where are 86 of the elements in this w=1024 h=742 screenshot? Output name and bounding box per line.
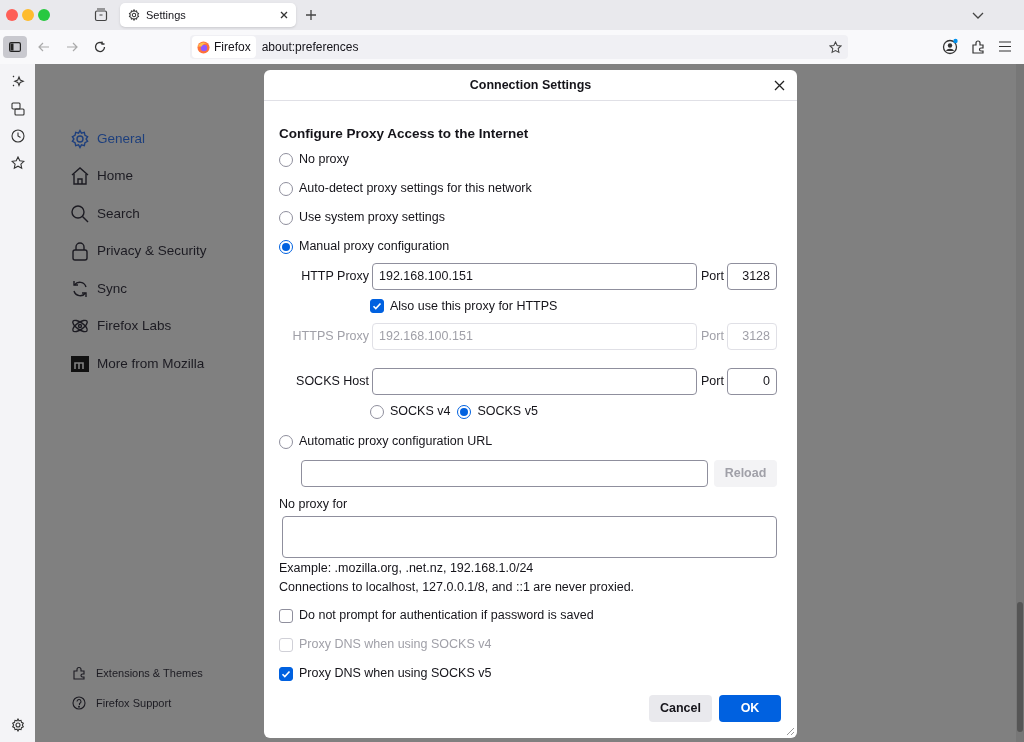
radio-label: Use system proxy settings [299, 209, 445, 227]
help-icon [72, 696, 86, 710]
settings-nav-item[interactable]: Firefox Labs [70, 307, 213, 345]
settings-nav-item[interactable]: Sync [70, 270, 213, 308]
section-heading: Configure Proxy Access to the Internet [279, 124, 530, 143]
field-label: HTTP Proxy [300, 267, 369, 285]
lock-icon [70, 241, 90, 262]
browser-tab[interactable]: Settings [120, 3, 296, 27]
settings-icon [70, 128, 90, 149]
extensions-icon[interactable] [971, 39, 985, 54]
radio-label: No proxy [299, 151, 350, 169]
settings-nav-item[interactable]: Home [70, 157, 213, 195]
reload-icon[interactable] [94, 41, 106, 53]
puzzle-icon [72, 666, 86, 680]
checkmark-icon [281, 668, 291, 679]
radio-button[interactable] [279, 210, 293, 225]
port-label: Port [701, 327, 723, 345]
http-proxy-field[interactable]: 192.168.100.151 [372, 262, 697, 290]
gear-icon [128, 9, 140, 21]
port-field[interactable]: 0 [727, 367, 777, 395]
radio-button[interactable] [279, 152, 293, 167]
settings-footer-link[interactable]: Extensions & Themes [72, 658, 203, 688]
radio-button[interactable] [279, 239, 293, 254]
dialog-title: Connection Settings [469, 76, 592, 94]
bookmark-star-icon[interactable] [829, 40, 842, 54]
bookmarks-icon[interactable] [10, 156, 25, 170]
close-icon[interactable] [774, 80, 785, 91]
checkbox-label: Also use this proxy for HTTPS [390, 297, 558, 315]
close-tab-icon[interactable] [280, 11, 288, 19]
tab-title: Settings [146, 7, 186, 23]
checkbox-label: Do not prompt for authentication if password is saved [299, 607, 594, 625]
port-field[interactable]: 3128 [727, 262, 777, 290]
radio-label: Automatic proxy configuration URL [299, 433, 493, 451]
checkbox[interactable] [279, 608, 293, 623]
port-label: Port [701, 372, 723, 390]
field-label: SOCKS Host [295, 372, 369, 390]
ok-button[interactable]: OK [719, 695, 781, 722]
settings-footer-link[interactable]: Firefox Support [72, 688, 203, 718]
settings-nav-item[interactable]: Search [70, 195, 213, 233]
resize-grip-icon[interactable] [786, 727, 795, 736]
cancel-button[interactable]: Cancel [649, 695, 712, 722]
browser-logo-icon [197, 40, 210, 54]
hint-text: Example: .mozilla.org, .net.nz, 192.168.1.0/24 [279, 560, 534, 578]
account-icon[interactable] [942, 38, 959, 55]
radio-label: Manual proxy configuration [299, 238, 450, 256]
tab-manager-icon[interactable] [94, 8, 108, 22]
hint-text: Connections to localhost, 127.0.0.1/8, and ::1 are never proxied. [279, 579, 635, 597]
proxy-url-field[interactable] [301, 459, 708, 487]
scrollbar[interactable] [1016, 64, 1024, 742]
checkbox-label: Proxy DNS when using SOCKS v4 [299, 636, 492, 654]
field-label: No proxy for [279, 498, 348, 511]
settings-nav-item[interactable]: General [70, 120, 213, 158]
socks-host-field[interactable] [372, 367, 697, 395]
settings-nav-item[interactable]: More from Mozilla [70, 345, 213, 383]
settings-nav-item[interactable]: Privacy & Security [70, 232, 213, 270]
sidebar-icon [9, 42, 21, 52]
sync-icon [70, 278, 90, 299]
chevron-down-icon[interactable] [972, 10, 984, 20]
menu-icon[interactable] [999, 41, 1011, 52]
sidebar-toggle-button[interactable] [3, 36, 27, 58]
url-text: about:preferences [261, 39, 359, 56]
home-icon [70, 166, 90, 187]
search-icon [70, 203, 90, 224]
checkbox[interactable] [370, 299, 384, 313]
radio-button[interactable] [457, 404, 472, 419]
radio-button[interactable] [279, 434, 293, 449]
radio-label: SOCKS v4 [390, 403, 451, 421]
checkbox-label: Proxy DNS when using SOCKS v5 [299, 665, 492, 683]
new-tab-icon[interactable] [305, 9, 317, 21]
synced-devices-icon[interactable] [10, 102, 25, 116]
sparkle-icon[interactable] [10, 74, 25, 88]
checkmark-icon [372, 301, 382, 311]
history-icon[interactable] [10, 129, 25, 143]
radio-label: Auto-detect proxy settings for this network [299, 180, 532, 198]
no-proxy-field[interactable] [282, 516, 777, 558]
identity-label: Firefox [214, 39, 251, 56]
mozilla-icon [70, 353, 90, 374]
field-label: HTTPS Proxy [291, 327, 369, 345]
radio-button[interactable] [370, 404, 384, 419]
radio-button[interactable] [279, 181, 293, 196]
port-label: Port [701, 267, 723, 285]
address-bar[interactable]: Firefox about:preferences [190, 35, 848, 59]
settings-icon[interactable] [10, 718, 25, 732]
checkbox[interactable] [279, 666, 293, 681]
radio-label: SOCKS v5 [477, 403, 538, 421]
identity-chip[interactable]: Firefox [192, 36, 256, 58]
